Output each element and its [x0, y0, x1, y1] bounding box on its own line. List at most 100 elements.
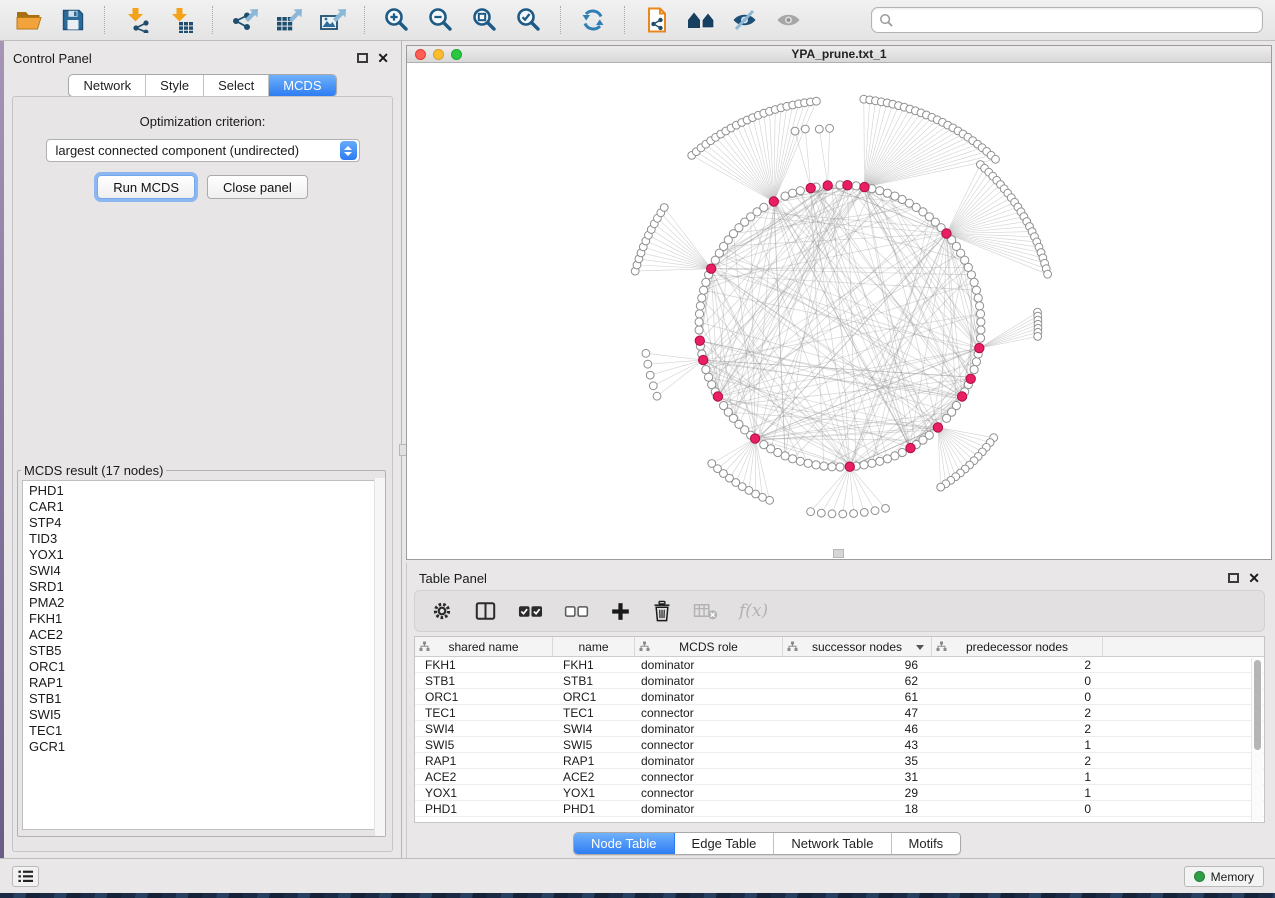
tab-network-table[interactable]: Network Table	[774, 833, 891, 854]
table-row[interactable]: FKH1FKH1dominator962	[415, 657, 1264, 673]
network-from-selection-button[interactable]	[640, 4, 673, 37]
minimize-window-icon[interactable]	[433, 49, 444, 60]
zoom-in-button[interactable]	[380, 4, 413, 37]
cell-shared-name: ACE2	[415, 770, 553, 784]
criterion-select[interactable]: largest connected component (undirected)	[46, 139, 360, 162]
table-settings-button[interactable]	[431, 600, 453, 622]
mcds-result-item[interactable]: TEC1	[23, 723, 380, 739]
zoom-fit-button[interactable]	[468, 4, 501, 37]
toolbar-separator	[212, 6, 213, 34]
column-header-name[interactable]: name	[553, 637, 635, 656]
hide-selected-button[interactable]	[728, 4, 761, 37]
delete-table-button[interactable]	[693, 601, 718, 621]
table-row[interactable]: SWI5SWI5connector431	[415, 737, 1264, 753]
mcds-result-item[interactable]: FKH1	[23, 611, 380, 627]
network-canvas[interactable]	[407, 63, 1271, 559]
column-header-mcds-role[interactable]: MCDS role	[635, 637, 783, 656]
cell-mcds-role: dominator	[635, 722, 783, 736]
tab-motifs[interactable]: Motifs	[892, 833, 961, 854]
export-image-button[interactable]	[316, 4, 349, 37]
open-button[interactable]	[12, 4, 45, 37]
export-table-button[interactable]	[272, 4, 305, 37]
mcds-result-item[interactable]: CAR1	[23, 499, 380, 515]
cell-shared-name: TEC1	[415, 706, 553, 720]
network-window-titlebar[interactable]: YPA_prune.txt_1	[407, 46, 1271, 63]
tab-network[interactable]: Network	[69, 75, 146, 96]
table-row[interactable]: RAP1RAP1dominator352	[415, 753, 1264, 769]
table-row[interactable]: PHD1PHD1dominator180	[415, 801, 1264, 817]
table-row[interactable]: YOX1YOX1connector291	[415, 785, 1264, 801]
tab-select[interactable]: Select	[204, 75, 269, 96]
search-field[interactable]	[871, 7, 1263, 33]
mcds-result-item[interactable]: STP4	[23, 515, 380, 531]
apply-layout-button[interactable]	[576, 4, 609, 37]
cell-mcds-role: connector	[635, 706, 783, 720]
table-row[interactable]: STB1STB1dominator620	[415, 673, 1264, 689]
mcds-result-item[interactable]: SRD1	[23, 579, 380, 595]
select-all-button[interactable]	[518, 602, 543, 621]
scrollbar-thumb[interactable]	[1254, 660, 1261, 750]
tab-node-table[interactable]: Node Table	[574, 833, 675, 854]
mcds-result-item[interactable]: RAP1	[23, 675, 380, 691]
hide-selected-icon	[731, 8, 758, 32]
deselect-all-button[interactable]	[564, 602, 589, 621]
tab-edge-table[interactable]: Edge Table	[675, 833, 775, 854]
function-builder-button[interactable]: f(x)	[739, 601, 768, 621]
zoom-selected-button[interactable]	[512, 4, 545, 37]
float-panel-icon[interactable]	[1228, 573, 1239, 583]
mcds-result-item[interactable]: TID3	[23, 531, 380, 547]
column-header-successor-nodes[interactable]: successor nodes	[783, 637, 932, 656]
mcds-result-item[interactable]: STB5	[23, 643, 380, 659]
create-column-button[interactable]	[610, 601, 631, 622]
zoom-out-button[interactable]	[424, 4, 457, 37]
column-label: successor nodes	[812, 640, 902, 654]
export-table-icon	[275, 7, 302, 33]
mcds-result-item[interactable]: PHD1	[23, 481, 380, 499]
first-neighbors-button[interactable]	[684, 4, 717, 37]
mcds-result-item[interactable]: GCR1	[23, 739, 380, 755]
search-input[interactable]	[899, 13, 1255, 28]
table-row[interactable]: ACE2ACE2connector311	[415, 769, 1264, 785]
close-panel-icon[interactable]: ✕	[1248, 573, 1260, 583]
mcds-result-item[interactable]: YOX1	[23, 547, 380, 563]
table-row[interactable]: TEC1TEC1connector472	[415, 705, 1264, 721]
show-all-button[interactable]	[772, 4, 805, 37]
float-panel-icon[interactable]	[357, 53, 368, 63]
gear-icon	[431, 600, 453, 622]
save-button[interactable]	[56, 4, 89, 37]
close-panel-button[interactable]: Close panel	[207, 175, 308, 199]
tab-mcds[interactable]: MCDS	[269, 75, 335, 96]
cell-shared-name: SWI5	[415, 738, 553, 752]
column-header-shared-name[interactable]: shared name	[415, 637, 553, 656]
close-window-icon[interactable]	[415, 49, 426, 60]
column-header-predecessor-nodes[interactable]: predecessor nodes	[932, 637, 1103, 656]
table-header: shared name nameMCDS role successor nodes p…	[415, 637, 1264, 657]
table-row[interactable]: ORC1ORC1dominator610	[415, 689, 1264, 705]
cell-name: RAP1	[553, 754, 635, 768]
import-table-button[interactable]	[164, 4, 197, 37]
network-graph[interactable]	[407, 63, 1271, 559]
show-columns-button[interactable]	[474, 600, 497, 622]
show-panels-button[interactable]	[12, 866, 39, 887]
result-list-scrollbar[interactable]	[374, 478, 385, 836]
mcds-result-item[interactable]: STB1	[23, 691, 380, 707]
table-row[interactable]: SWI4SWI4dominator462	[415, 721, 1264, 737]
cell-mcds-role: dominator	[635, 690, 783, 704]
run-mcds-button[interactable]: Run MCDS	[97, 175, 195, 199]
mcds-result-item[interactable]: SWI5	[23, 707, 380, 723]
table-scrollbar[interactable]	[1251, 658, 1263, 821]
memory-button[interactable]: Memory	[1184, 866, 1264, 887]
divider-knob[interactable]	[833, 549, 844, 558]
mcds-result-item[interactable]: PMA2	[23, 595, 380, 611]
export-network-button[interactable]	[228, 4, 261, 37]
tab-style[interactable]: Style	[146, 75, 204, 96]
table-panel-tabs: Node TableEdge TableNetwork TableMotifs	[573, 832, 961, 855]
column-label: shared name	[448, 640, 518, 654]
close-panel-icon[interactable]: ✕	[377, 53, 389, 63]
mcds-result-item[interactable]: SWI4	[23, 563, 380, 579]
import-network-button[interactable]	[120, 4, 153, 37]
delete-column-button[interactable]	[652, 600, 672, 622]
maximize-window-icon[interactable]	[451, 49, 462, 60]
mcds-result-item[interactable]: ACE2	[23, 627, 380, 643]
mcds-result-item[interactable]: ORC1	[23, 659, 380, 675]
